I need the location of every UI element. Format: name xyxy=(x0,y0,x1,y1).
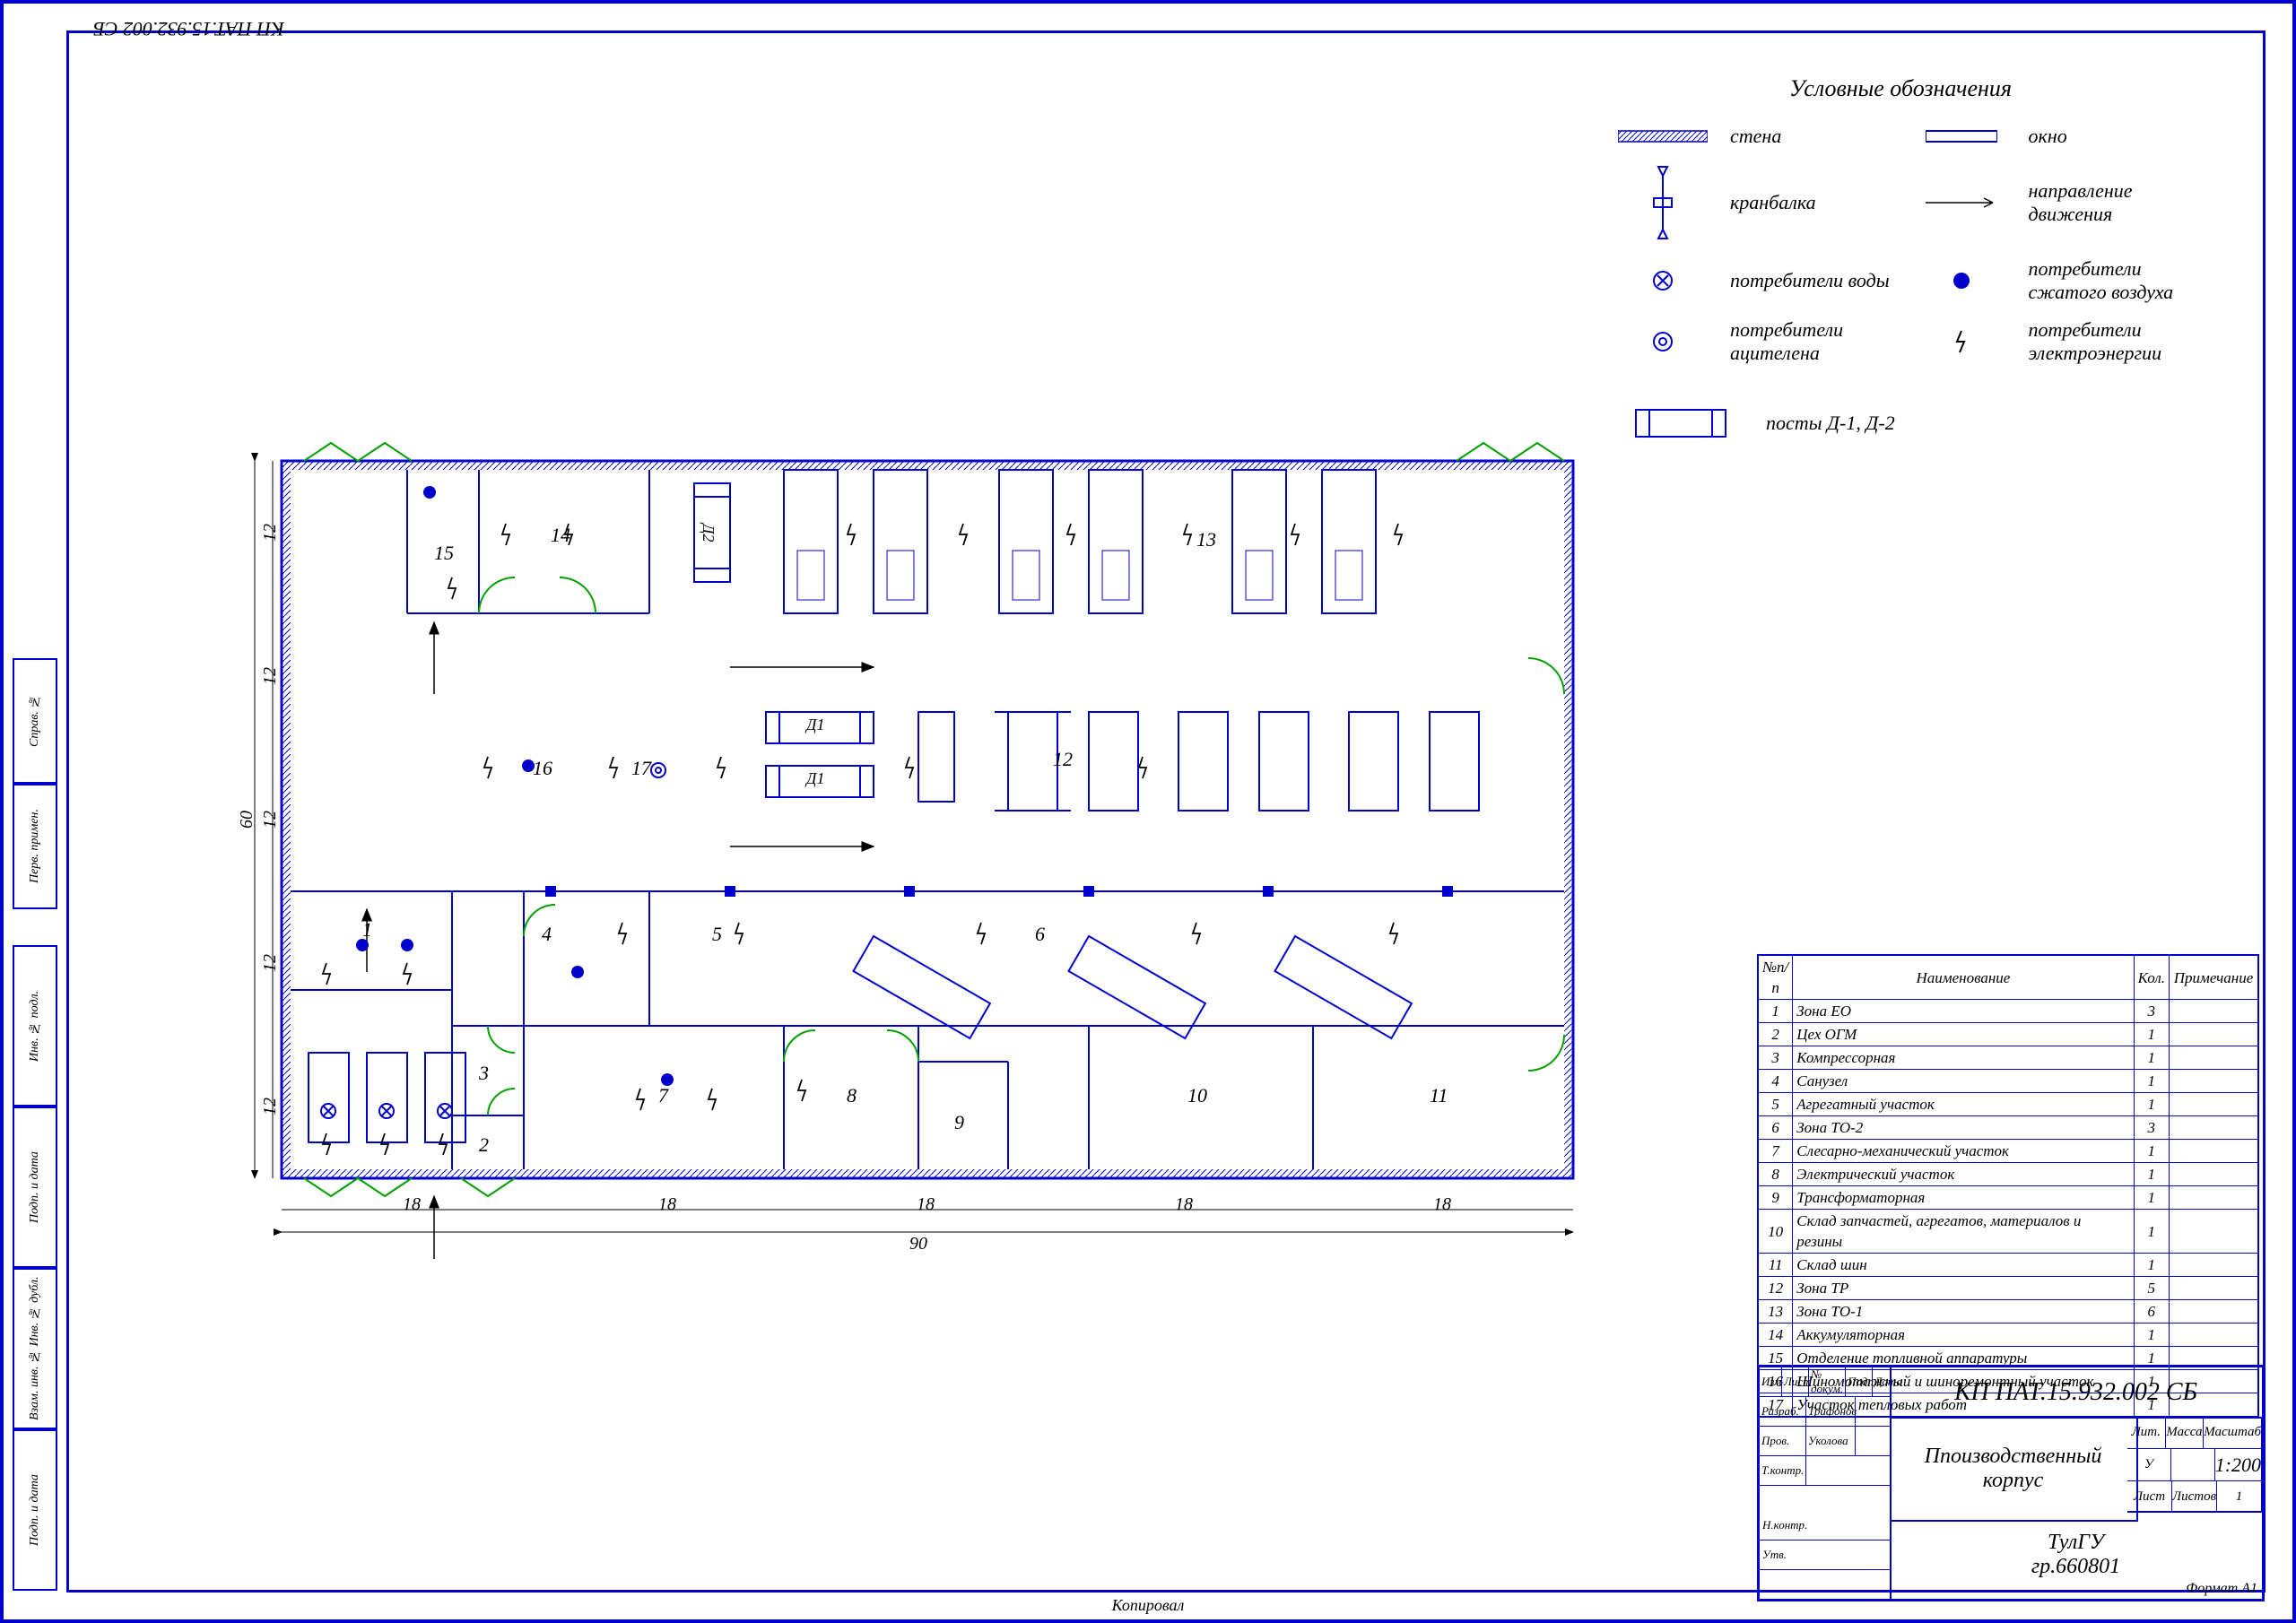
legend-label: потребители воды xyxy=(1730,269,1894,292)
table-row: 5Агрегатный участок1 xyxy=(1758,1093,2258,1116)
stamp-cell: Справ. № xyxy=(13,658,57,784)
water-symbol-icon xyxy=(1609,267,1717,294)
room-label: 12 xyxy=(1053,748,1073,771)
dim-h: 18 xyxy=(403,1194,421,1215)
title-block: ИзмЛист№ докум.Подп.Дата Разраб.Трифонов… xyxy=(1757,1365,2265,1601)
table-row: 14Аккумуляторная1 xyxy=(1758,1324,2258,1347)
binding-stamp-upper: Справ. № Перв. примен. xyxy=(13,658,57,909)
arrow-symbol-icon xyxy=(1908,194,2015,212)
room-label: 14 xyxy=(551,524,570,547)
th-num: №п/п xyxy=(1758,955,1793,1000)
stamp-cell: Взам. инв. № Инв. № дубл. xyxy=(13,1268,57,1429)
footer-text: Копировал xyxy=(1112,1596,1185,1615)
drawing-sheet: КП ПАТ.15.932.002 СБ Инв. № подл. Подп. … xyxy=(0,0,2296,1623)
crane-symbol-icon xyxy=(1609,162,1717,243)
approval-grid: Н.контр. Утв. xyxy=(1760,1511,1892,1599)
legend-label: стена xyxy=(1730,125,1894,148)
dim-h: 18 xyxy=(658,1194,676,1215)
legend: Условные обозначения стена окно кранбалк… xyxy=(1609,75,2192,460)
room-label: 2 xyxy=(479,1133,489,1157)
room-label: 10 xyxy=(1187,1084,1207,1107)
room-label: 13 xyxy=(1196,528,1216,551)
dim-v: 12 xyxy=(260,524,281,542)
legend-label: посты Д-1, Д-2 xyxy=(1766,412,2192,435)
room-label: 4 xyxy=(542,923,552,946)
post-label: Д1 xyxy=(806,769,824,788)
wall-symbol-icon xyxy=(1609,129,1717,143)
dim-h: 18 xyxy=(1175,1194,1193,1215)
stamp-cell: Подп. и дата xyxy=(13,1107,57,1268)
table-row: 12Зона ТР5 xyxy=(1758,1277,2258,1300)
dim-v: 12 xyxy=(260,954,281,972)
room-label: 11 xyxy=(1430,1084,1448,1107)
table-row: 13Зона ТО-16 xyxy=(1758,1300,2258,1324)
stamp-cell: Перв. примен. xyxy=(13,784,57,909)
legend-label: потребители ацителена xyxy=(1730,318,1894,365)
legend-label: окно xyxy=(2029,125,2193,148)
stamp-cell: Инв. № подл. xyxy=(13,945,57,1107)
th-qty: Кол. xyxy=(2134,955,2169,1000)
binding-stamp: Инв. № подл. Подп. и дата Взам. инв. № И… xyxy=(13,945,57,1591)
room-label: 6 xyxy=(1035,923,1045,946)
post-label: Д1 xyxy=(806,716,824,734)
dim-overall-w: 90 xyxy=(909,1234,927,1254)
dim-overall-h: 60 xyxy=(237,811,257,829)
room-label: 3 xyxy=(479,1062,489,1085)
table-row: 7Слесарно-механический участок1 xyxy=(1758,1140,2258,1163)
window-symbol-icon xyxy=(1908,129,2015,143)
table-row: 6Зона ТО-23 xyxy=(1758,1116,2258,1140)
doc-number: КП ПАТ.15.932.002 СБ xyxy=(1890,1367,2262,1419)
legend-label: направление движения xyxy=(2029,179,2193,226)
room-label: 8 xyxy=(847,1084,857,1107)
room-label: 9 xyxy=(954,1111,964,1134)
acet-symbol-icon xyxy=(1609,328,1717,355)
dim-v: 12 xyxy=(260,811,281,829)
air-symbol-icon xyxy=(1908,267,2015,294)
doc-number-rotated: КП ПАТ.15.932.002 СБ xyxy=(93,17,284,40)
revision-grid: ИзмЛист№ докум.Подп.Дата Разраб.Трифонов… xyxy=(1760,1367,1892,1511)
legend-label: потребители электроэнергии xyxy=(2029,318,2193,365)
legend-label: потребители сжатого воздуха xyxy=(2029,257,2193,304)
stamp-cell: Подп. и дата xyxy=(13,1429,57,1591)
room-label: 5 xyxy=(712,923,722,946)
specification-table: №п/п Наименование Кол. Примечание 1Зона … xyxy=(1757,954,2259,1418)
room-label: 16 xyxy=(533,757,552,780)
table-row: 4Санузел1 xyxy=(1758,1070,2258,1093)
legend-label: кранбалка xyxy=(1730,191,1894,214)
room-label: 17 xyxy=(631,757,651,780)
organization: ТулГУ гр.660801 Формат А1 xyxy=(1890,1511,2262,1599)
dim-h: 18 xyxy=(1433,1194,1451,1215)
right-info: Лит.МассаМасштаб У1:200 ЛистЛистов1 xyxy=(2127,1417,2262,1513)
room-label: 1 xyxy=(362,918,372,942)
table-row: 2Цех ОГМ1 xyxy=(1758,1023,2258,1046)
th-note: Примечание xyxy=(2170,955,2259,1000)
dim-v: 12 xyxy=(260,1098,281,1115)
legend-title: Условные обозначения xyxy=(1609,75,2192,102)
table-row: 9Трансформаторная1 xyxy=(1758,1186,2258,1210)
elec-symbol-icon xyxy=(1908,328,2015,355)
table-row: 1Зона ЕО3 xyxy=(1758,1000,2258,1023)
table-row: 8Электрический участок1 xyxy=(1758,1163,2258,1186)
dim-v: 12 xyxy=(260,667,281,685)
room-label: 15 xyxy=(434,542,454,565)
table-row: 10Склад запчастей, агрегатов, материалов… xyxy=(1758,1210,2258,1254)
dim-h: 18 xyxy=(917,1194,935,1215)
table-row: 3Компрессорная1 xyxy=(1758,1046,2258,1070)
format-label: Формат А1 xyxy=(2186,1581,2257,1597)
post-symbol-icon xyxy=(1609,401,1752,446)
drawing-title: Ппоизводственный корпус xyxy=(1890,1417,2138,1522)
post-label: Д2 xyxy=(699,524,718,542)
room-label: 7 xyxy=(658,1084,668,1107)
floor-plan: 1 2 3 4 5 6 7 8 9 10 11 12 13 14 15 16 1… xyxy=(228,434,1627,1349)
table-row: 11Склад шин1 xyxy=(1758,1254,2258,1277)
th-name: Наименование xyxy=(1793,955,2134,1000)
